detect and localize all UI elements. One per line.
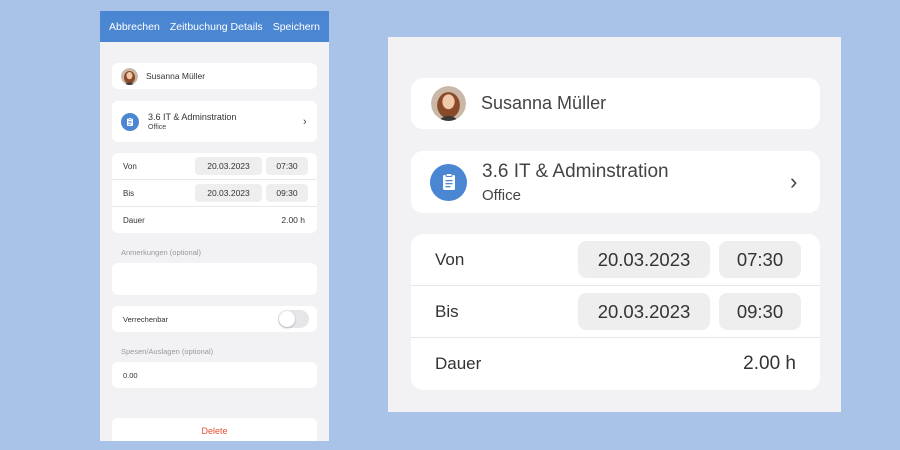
to-label: Bis [123,188,135,198]
duration-row: Dauer 2.00 h [411,338,820,390]
avatar [431,86,466,121]
duration-value: 2.00 h [743,353,796,374]
duration-label: Dauer [435,354,482,373]
user-name: Susanna Müller [146,71,206,81]
to-label: Bis [435,301,459,321]
to-row: Bis 20.03.2023 09:30 [411,286,820,338]
notes-label: Anmerkungen (optional) [121,248,202,257]
from-row: Von 20.03.2023 07:30 [112,153,317,180]
toggle-knob [279,311,295,327]
delete-button[interactable]: Delete [112,418,317,441]
cancel-button[interactable]: Abbrechen [109,21,160,33]
navigation-bar: Abbrechen Zeitbuchung Details Speichern [100,11,329,42]
project-subtitle: Office [482,186,521,204]
to-time-picker[interactable]: 09:30 [266,184,308,202]
user-card: Susanna Müller [112,63,317,89]
clipboard-icon [430,163,467,201]
duration-row: Dauer 2.00 h [112,207,317,233]
project-subtitle: Office [148,124,167,131]
user-name: Susanna Müller [481,93,607,113]
from-row: Von 20.03.2023 07:30 [411,234,820,286]
to-date-picker[interactable]: 20.03.2023 [578,293,710,330]
from-label: Von [435,249,465,269]
to-row: Bis 20.03.2023 09:30 [112,180,317,207]
expenses-input[interactable]: 0.00 [112,362,317,388]
chevron-right-icon: › [790,169,798,194]
chevron-right-icon: › [303,115,307,128]
project-title: 3.6 IT & Adminstration [148,112,237,122]
time-card-zoom: Von 20.03.2023 07:30 Bis 20.03.2023 09:3… [411,234,820,390]
from-time-picker[interactable]: 07:30 [266,157,308,175]
to-time-picker[interactable]: 09:30 [719,293,801,330]
from-date-picker[interactable]: 20.03.2023 [578,241,710,278]
expenses-label: Spesen/Auslagen (optional) [121,347,214,356]
project-selector[interactable]: 3.6 IT & Adminstration Office › [112,101,317,142]
avatar [121,67,138,85]
duration-value: 2.00 h [281,215,305,225]
to-date-picker[interactable]: 20.03.2023 [195,184,262,202]
save-button[interactable]: Speichern [273,21,320,33]
time-card: Von 20.03.2023 07:30 Bis 20.03.2023 09:3… [112,153,317,233]
billable-label: Verrechenbar [123,314,169,324]
from-date-picker[interactable]: 20.03.2023 [195,157,262,175]
from-time-picker[interactable]: 07:30 [719,241,801,278]
notes-input[interactable] [112,263,317,295]
project-title: 3.6 IT & Adminstration [482,160,669,182]
phone-screen: Abbrechen Zeitbuchung Details Speichern … [100,11,329,441]
project-selector-zoom[interactable]: 3.6 IT & Adminstration Office › [411,151,820,213]
from-label: Von [123,161,137,171]
clipboard-icon [121,112,139,131]
duration-label: Dauer [123,215,145,225]
page-title: Zeitbuchung Details [169,20,263,33]
user-card-zoom: Susanna Müller [411,78,820,129]
billable-row: Verrechenbar [112,306,317,332]
billable-toggle[interactable] [278,310,309,328]
zoom-detail-panel: Susanna Müller 3.6 IT & Adminstration Of… [388,37,841,412]
